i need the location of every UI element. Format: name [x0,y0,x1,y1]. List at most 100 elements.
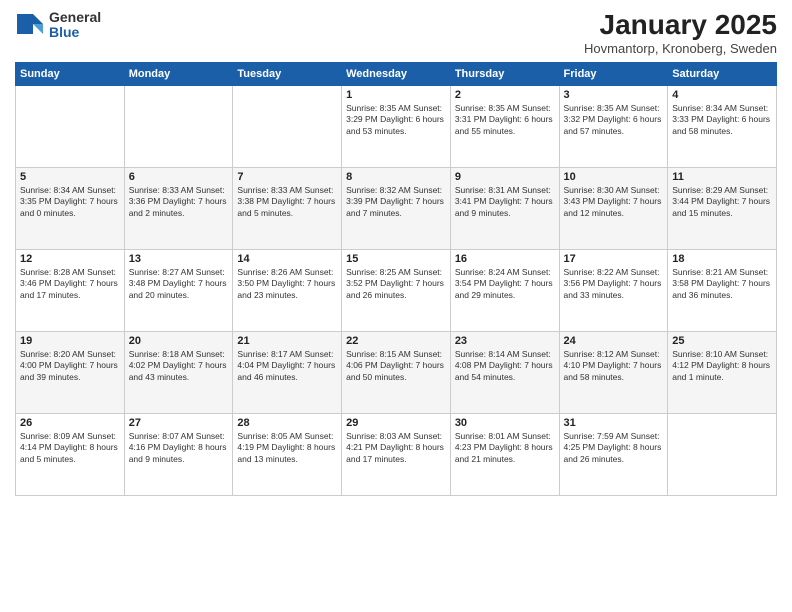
calendar-table: Sunday Monday Tuesday Wednesday Thursday… [15,62,777,496]
header-saturday: Saturday [668,62,777,85]
day-info: Sunrise: 8:12 AM Sunset: 4:10 PM Dayligh… [564,349,664,383]
day-number: 20 [129,335,229,347]
calendar-cell: 13 Sunrise: 8:27 AM Sunset: 3:48 PM Dayli… [124,249,233,331]
day-number: 4 [672,89,772,101]
day-info: Sunrise: 8:09 AM Sunset: 4:14 PM Dayligh… [20,431,120,465]
header-sunday: Sunday [16,62,125,85]
calendar-week-row: 26 Sunrise: 8:09 AM Sunset: 4:14 PM Dayli… [16,413,777,495]
day-number: 18 [672,253,772,265]
day-number: 27 [129,417,229,429]
day-info: Sunrise: 8:18 AM Sunset: 4:02 PM Dayligh… [129,349,229,383]
day-info: Sunrise: 8:33 AM Sunset: 3:38 PM Dayligh… [237,185,337,219]
day-info: Sunrise: 8:25 AM Sunset: 3:52 PM Dayligh… [346,267,446,301]
day-number: 21 [237,335,337,347]
day-info: Sunrise: 8:35 AM Sunset: 3:31 PM Dayligh… [455,103,555,137]
calendar-cell: 31Sunrise: 7:59 AM Sunset: 4:25 PM Dayli… [559,413,668,495]
header-monday: Monday [124,62,233,85]
location: Hovmantorp, Kronoberg, Sweden [584,41,777,56]
calendar-cell: 16 Sunrise: 8:24 AM Sunset: 3:54 PM Dayli… [450,249,559,331]
header-tuesday: Tuesday [233,62,342,85]
day-number: 2 [455,89,555,101]
calendar-week-row: 1 Sunrise: 8:35 AM Sunset: 3:29 PM Daylig… [16,85,777,167]
day-number: 1 [346,89,446,101]
day-info: Sunrise: 8:34 AM Sunset: 3:33 PM Dayligh… [672,103,772,137]
day-info: Sunrise: 8:27 AM Sunset: 3:48 PM Dayligh… [129,267,229,301]
calendar-cell [124,85,233,167]
day-info: Sunrise: 8:32 AM Sunset: 3:39 PM Dayligh… [346,185,446,219]
calendar-cell: 20 Sunrise: 8:18 AM Sunset: 4:02 PM Dayli… [124,331,233,413]
day-info: Sunrise: 8:30 AM Sunset: 3:43 PM Dayligh… [564,185,664,219]
day-number: 5 [20,171,120,183]
day-info: Sunrise: 8:28 AM Sunset: 3:46 PM Dayligh… [20,267,120,301]
weekday-header-row: Sunday Monday Tuesday Wednesday Thursday… [16,62,777,85]
calendar-week-row: 5 Sunrise: 8:34 AM Sunset: 3:35 PM Daylig… [16,167,777,249]
day-info: Sunrise: 8:26 AM Sunset: 3:50 PM Dayligh… [237,267,337,301]
calendar-cell: 12 Sunrise: 8:28 AM Sunset: 3:46 PM Dayli… [16,249,125,331]
calendar-cell: 14 Sunrise: 8:26 AM Sunset: 3:50 PM Dayli… [233,249,342,331]
day-info: Sunrise: 8:20 AM Sunset: 4:00 PM Dayligh… [20,349,120,383]
logo-general-text: General [49,10,101,25]
calendar-cell: 28 Sunrise: 8:05 AM Sunset: 4:19 PM Dayli… [233,413,342,495]
day-info: Sunrise: 7:59 AM Sunset: 4:25 PM Dayligh… [564,431,664,465]
calendar-cell: 6Sunrise: 8:33 AM Sunset: 3:36 PM Daylig… [124,167,233,249]
day-number: 26 [20,417,120,429]
calendar-cell [16,85,125,167]
calendar-cell: 19 Sunrise: 8:20 AM Sunset: 4:00 PM Dayli… [16,331,125,413]
day-number: 19 [20,335,120,347]
day-number: 13 [129,253,229,265]
calendar-cell: 4 Sunrise: 8:34 AM Sunset: 3:33 PM Daylig… [668,85,777,167]
calendar-cell: 26 Sunrise: 8:09 AM Sunset: 4:14 PM Dayli… [16,413,125,495]
day-info: Sunrise: 8:34 AM Sunset: 3:35 PM Dayligh… [20,185,120,219]
day-info: Sunrise: 8:33 AM Sunset: 3:36 PM Dayligh… [129,185,229,219]
day-number: 16 [455,253,555,265]
calendar-cell: 18 Sunrise: 8:21 AM Sunset: 3:58 PM Dayli… [668,249,777,331]
day-number: 11 [672,171,772,183]
calendar-cell: 1 Sunrise: 8:35 AM Sunset: 3:29 PM Daylig… [342,85,451,167]
day-number: 28 [237,417,337,429]
calendar-cell: 11Sunrise: 8:29 AM Sunset: 3:44 PM Dayli… [668,167,777,249]
day-number: 25 [672,335,772,347]
day-info: Sunrise: 8:35 AM Sunset: 3:32 PM Dayligh… [564,103,664,137]
day-number: 12 [20,253,120,265]
day-info: Sunrise: 8:14 AM Sunset: 4:08 PM Dayligh… [455,349,555,383]
calendar-cell: 23 Sunrise: 8:14 AM Sunset: 4:08 PM Dayli… [450,331,559,413]
day-number: 9 [455,171,555,183]
logo-blue-text: Blue [49,25,101,40]
calendar-week-row: 12 Sunrise: 8:28 AM Sunset: 3:46 PM Dayli… [16,249,777,331]
day-number: 24 [564,335,664,347]
day-info: Sunrise: 8:24 AM Sunset: 3:54 PM Dayligh… [455,267,555,301]
calendar-cell: 9 Sunrise: 8:31 AM Sunset: 3:41 PM Daylig… [450,167,559,249]
calendar-cell: 10Sunrise: 8:30 AM Sunset: 3:43 PM Dayli… [559,167,668,249]
calendar-cell: 24 Sunrise: 8:12 AM Sunset: 4:10 PM Dayli… [559,331,668,413]
day-info: Sunrise: 8:31 AM Sunset: 3:41 PM Dayligh… [455,185,555,219]
header-wednesday: Wednesday [342,62,451,85]
calendar-cell: 30 Sunrise: 8:01 AM Sunset: 4:23 PM Dayli… [450,413,559,495]
calendar-cell: 3Sunrise: 8:35 AM Sunset: 3:32 PM Daylig… [559,85,668,167]
day-number: 15 [346,253,446,265]
calendar-cell [233,85,342,167]
title-block: January 2025 Hovmantorp, Kronoberg, Swed… [584,10,777,56]
month-title: January 2025 [584,10,777,41]
calendar-week-row: 19 Sunrise: 8:20 AM Sunset: 4:00 PM Dayli… [16,331,777,413]
day-info: Sunrise: 8:05 AM Sunset: 4:19 PM Dayligh… [237,431,337,465]
day-number: 30 [455,417,555,429]
day-number: 7 [237,171,337,183]
day-info: Sunrise: 8:10 AM Sunset: 4:12 PM Dayligh… [672,349,772,383]
day-number: 22 [346,335,446,347]
logo-icon [15,10,45,40]
page: General Blue January 2025 Hovmantorp, Kr… [0,0,792,612]
calendar-cell: 5 Sunrise: 8:34 AM Sunset: 3:35 PM Daylig… [16,167,125,249]
calendar-cell [668,413,777,495]
day-info: Sunrise: 8:21 AM Sunset: 3:58 PM Dayligh… [672,267,772,301]
day-number: 14 [237,253,337,265]
calendar-cell: 7 Sunrise: 8:33 AM Sunset: 3:38 PM Daylig… [233,167,342,249]
day-info: Sunrise: 8:35 AM Sunset: 3:29 PM Dayligh… [346,103,446,137]
day-number: 8 [346,171,446,183]
day-number: 23 [455,335,555,347]
day-info: Sunrise: 8:01 AM Sunset: 4:23 PM Dayligh… [455,431,555,465]
calendar-cell: 15 Sunrise: 8:25 AM Sunset: 3:52 PM Dayli… [342,249,451,331]
day-info: Sunrise: 8:07 AM Sunset: 4:16 PM Dayligh… [129,431,229,465]
calendar-cell: 8 Sunrise: 8:32 AM Sunset: 3:39 PM Daylig… [342,167,451,249]
logo: General Blue [15,10,101,41]
day-info: Sunrise: 8:15 AM Sunset: 4:06 PM Dayligh… [346,349,446,383]
